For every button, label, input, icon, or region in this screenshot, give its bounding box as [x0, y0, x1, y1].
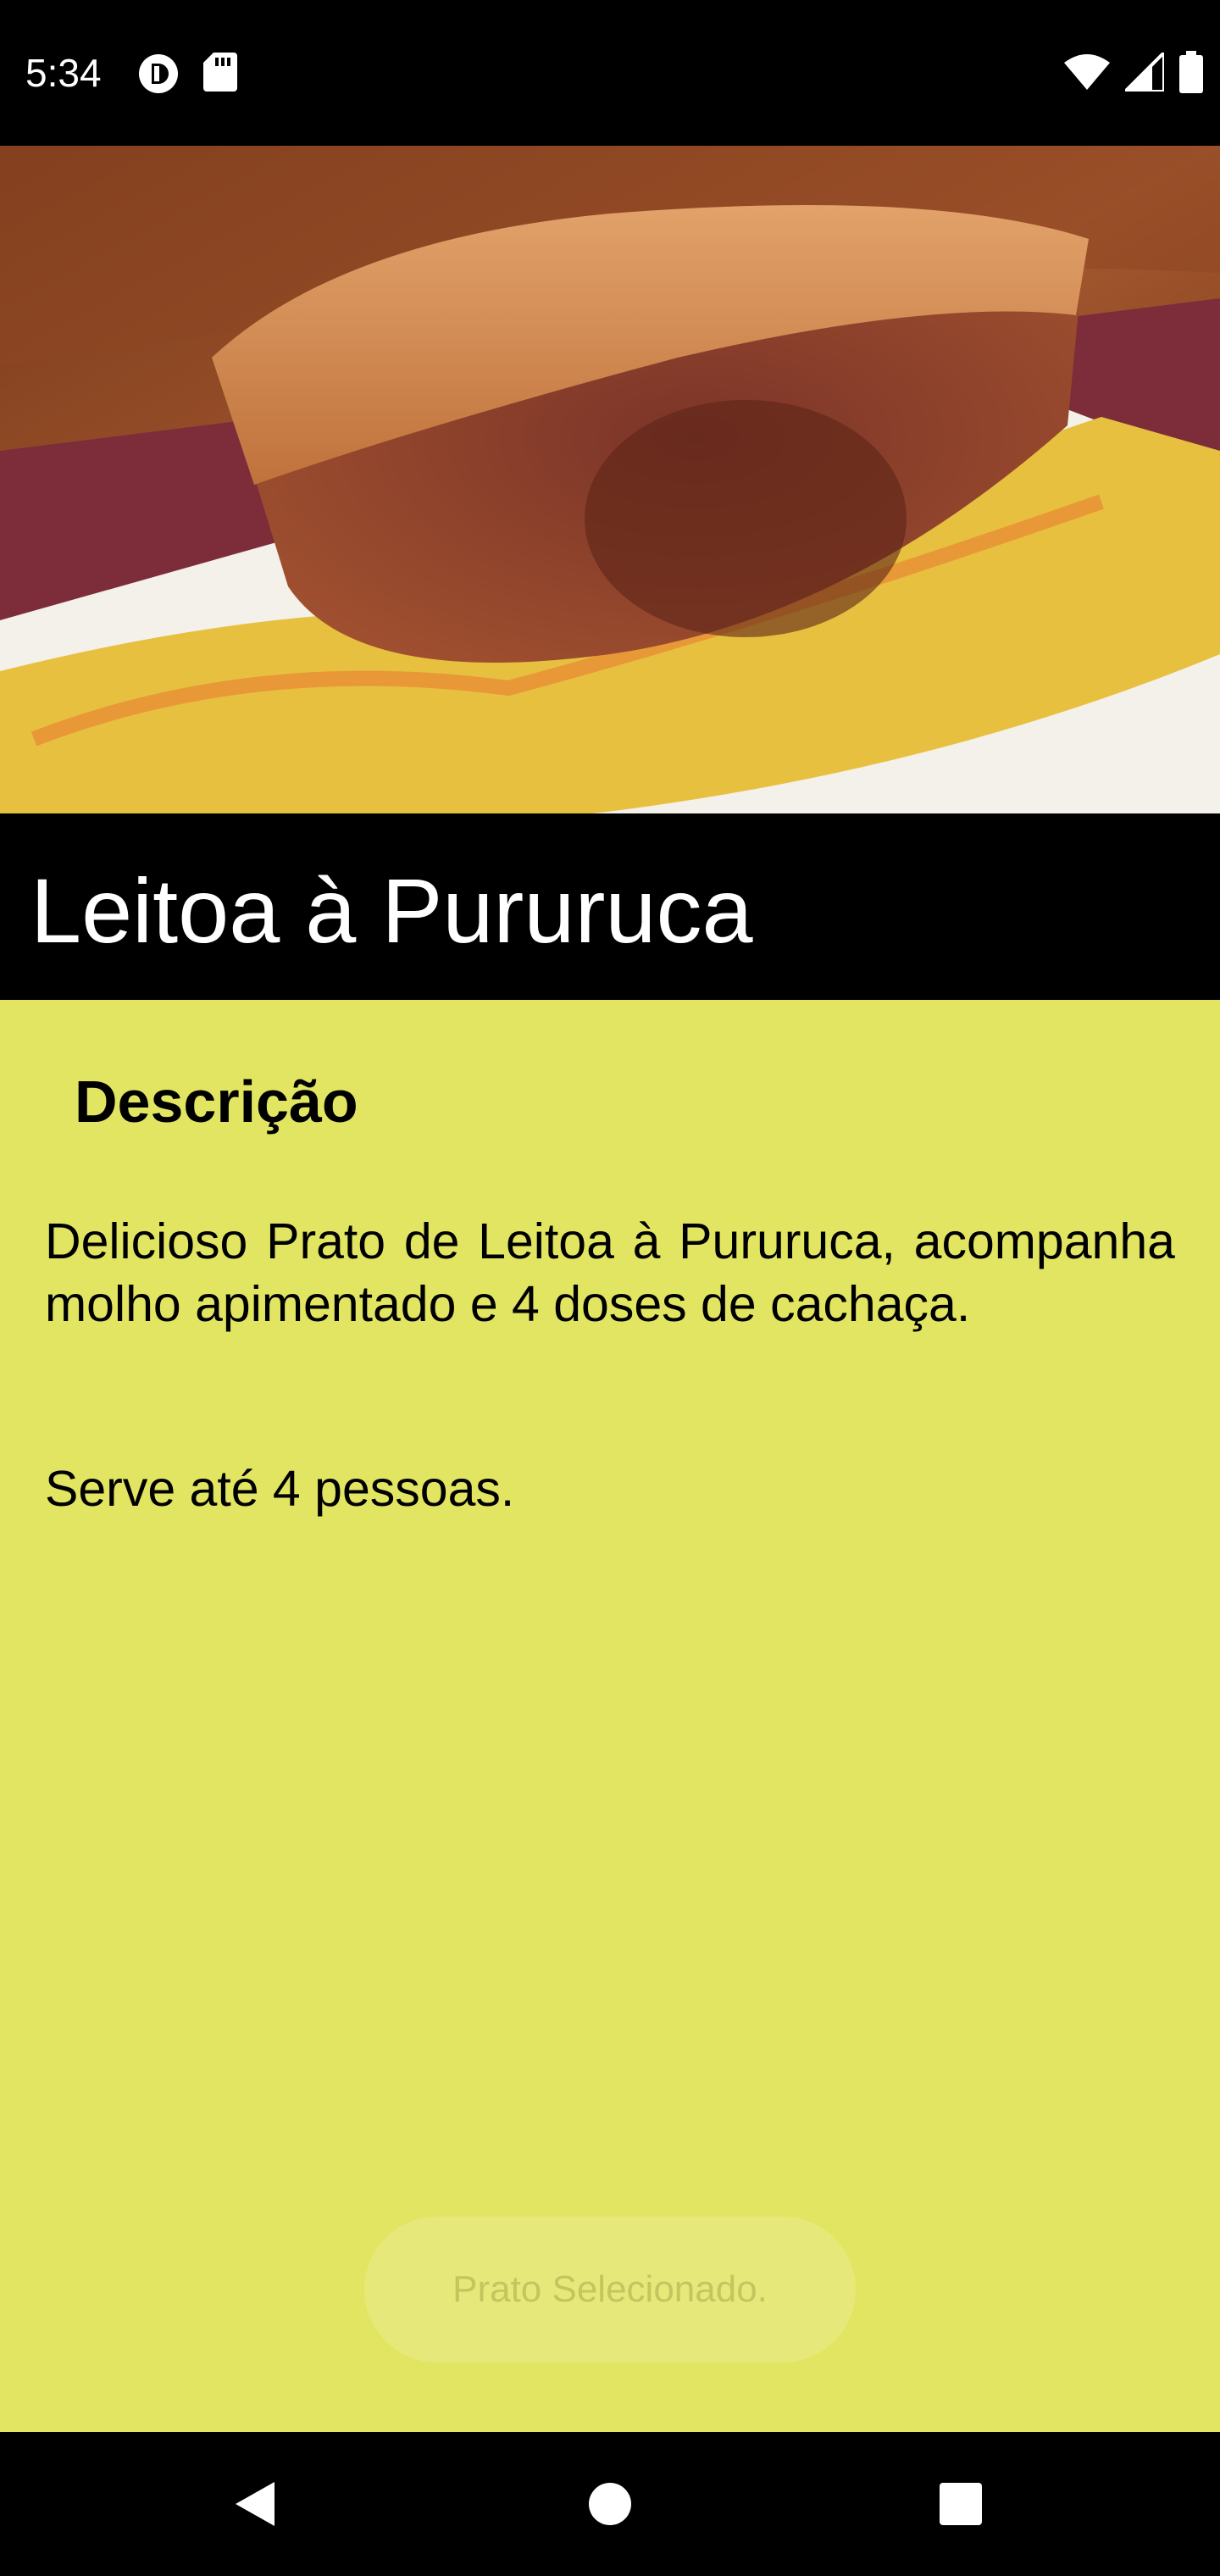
recents-icon: [940, 2483, 982, 2525]
battery-icon: [1179, 51, 1203, 97]
servings-text: Serve até 4 pessoas.: [45, 1461, 515, 1517]
home-button[interactable]: [542, 2432, 678, 2576]
status-icons-right: [1064, 48, 1203, 97]
dish-photo: [0, 146, 1220, 813]
back-icon: [236, 2482, 274, 2526]
description-section: Descrição Delicioso Prato de Leitoa à Pu…: [0, 1000, 1220, 2432]
wifi-icon: [1064, 54, 1110, 94]
roast-pork-photo: [0, 146, 1220, 813]
cell-signal-icon: [1121, 48, 1166, 96]
dish-description: Delicioso Prato de Leitoa à Pururuca, ac…: [45, 1213, 1175, 1332]
navigation-bar: [0, 2432, 1220, 2576]
home-icon: [589, 2483, 631, 2525]
dish-title: Leitoa à Pururuca: [30, 859, 753, 962]
recents-button[interactable]: [893, 2432, 1029, 2576]
title-bar: Leitoa à Pururuca: [0, 813, 1220, 1000]
status-time: 5:34: [25, 51, 102, 95]
section-heading: Descrição: [75, 1069, 358, 1135]
status-icons-left: [137, 53, 237, 99]
status-bar: 5:34: [0, 0, 1220, 146]
sd-card-icon: [203, 53, 237, 99]
toast-message: Prato Selecionado.: [364, 2217, 856, 2362]
vpn-key-icon: [137, 53, 180, 99]
back-button[interactable]: [186, 2432, 322, 2576]
